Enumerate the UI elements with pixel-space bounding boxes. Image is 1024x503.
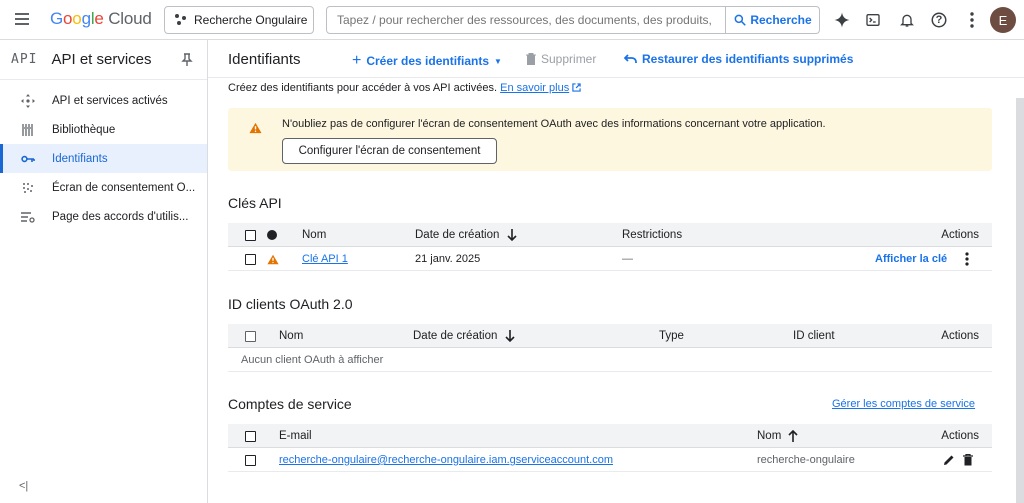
learn-more-link[interactable]: En savoir plus bbox=[500, 82, 569, 94]
sidebar-item-consent-screen[interactable]: Écran de consentement O... bbox=[0, 173, 207, 202]
delete-button[interactable]: Supprimer bbox=[526, 52, 596, 66]
oauth-table-header: Nom Date de création Type ID client Acti… bbox=[228, 324, 992, 348]
top-bar: Google Cloud Recherche Ongulaire Recherc… bbox=[0, 0, 1024, 40]
empty-state-row: Aucun client OAuth à afficher bbox=[228, 348, 992, 372]
external-link-icon bbox=[572, 83, 581, 92]
sidebar: API API et services API et services acti… bbox=[0, 40, 208, 503]
api-hub-icon bbox=[18, 93, 38, 108]
service-account-name: recherche-ongulaire bbox=[757, 454, 855, 466]
select-all-checkbox[interactable] bbox=[245, 223, 256, 247]
edit-pencil-icon[interactable] bbox=[943, 448, 955, 472]
sidebar-item-credentials[interactable]: Identifiants bbox=[0, 144, 207, 173]
project-icon bbox=[175, 14, 187, 26]
column-header-actions: Actions bbox=[941, 229, 979, 241]
sidebar-item-enabled-apis[interactable]: API et services activés bbox=[0, 86, 207, 115]
search-icon bbox=[734, 14, 747, 26]
main-content: Identifiants + Créer des identifiants ▼ … bbox=[208, 40, 1024, 503]
column-header-creation-date[interactable]: Date de création bbox=[413, 324, 515, 348]
row-checkbox[interactable] bbox=[245, 448, 256, 472]
page-title: Identifiants bbox=[228, 51, 301, 68]
api-key-name-link[interactable]: Clé API 1 bbox=[302, 247, 348, 271]
plus-icon: + bbox=[352, 52, 362, 69]
undo-icon bbox=[624, 54, 637, 63]
collapse-sidebar-button[interactable]: <| bbox=[19, 480, 28, 492]
service-accounts-table: E-mail Nom Actions recherche-ongulaire@r… bbox=[228, 424, 992, 472]
project-name: Recherche Ongulaire bbox=[194, 13, 308, 27]
select-all-checkbox[interactable] bbox=[245, 324, 256, 348]
service-account-email-link[interactable]: recherche-ongulaire@recherche-ongulaire.… bbox=[279, 448, 613, 472]
column-header-client-id: ID client bbox=[793, 330, 835, 342]
settings-list-icon bbox=[18, 211, 38, 223]
api-key-creation-date: 21 janv. 2025 bbox=[415, 253, 481, 265]
table-row: recherche-ongulaire@recherche-ongulaire.… bbox=[228, 448, 992, 472]
column-header-name[interactable]: Nom bbox=[279, 324, 303, 348]
table-row: Clé API 1 21 janv. 2025 — Afficher la cl… bbox=[228, 247, 992, 271]
library-icon bbox=[18, 123, 38, 136]
row-checkbox[interactable] bbox=[245, 247, 256, 271]
account-avatar[interactable]: E bbox=[990, 7, 1016, 33]
column-header-actions: Actions bbox=[941, 330, 979, 342]
oauth-clients-table: Nom Date de création Type ID client Acti… bbox=[228, 324, 992, 372]
column-header-restrictions: Restrictions bbox=[622, 229, 683, 241]
gemini-sparkle-icon[interactable] bbox=[832, 10, 852, 30]
api-keys-table: Nom Date de création Restrictions Action… bbox=[228, 223, 992, 271]
select-all-checkbox[interactable] bbox=[245, 424, 256, 448]
main-menu-icon[interactable] bbox=[12, 10, 32, 30]
oauth-section-title: ID clients OAuth 2.0 bbox=[228, 296, 353, 312]
column-header-actions: Actions bbox=[941, 430, 979, 442]
manage-service-accounts-link[interactable]: Gérer les comptes de service bbox=[832, 398, 975, 410]
more-options-icon[interactable] bbox=[962, 10, 982, 30]
column-header-email[interactable]: E-mail bbox=[279, 424, 312, 448]
api-badge: API bbox=[11, 52, 38, 67]
create-credentials-button[interactable]: + Créer des identifiants ▼ bbox=[352, 52, 502, 70]
row-more-options-icon[interactable] bbox=[965, 247, 969, 271]
column-header-name[interactable]: Nom bbox=[757, 424, 798, 448]
page-header: Identifiants + Créer des identifiants ▼ … bbox=[208, 40, 1024, 78]
show-key-button[interactable]: Afficher la clé bbox=[875, 247, 947, 271]
pin-icon[interactable] bbox=[181, 53, 193, 70]
api-key-restrictions: — bbox=[622, 253, 633, 265]
google-cloud-logo[interactable]: Google Cloud bbox=[50, 9, 152, 29]
project-selector-button[interactable]: Recherche Ongulaire bbox=[164, 6, 314, 34]
help-icon[interactable]: ? bbox=[929, 10, 949, 30]
sidebar-title: API et services bbox=[51, 51, 152, 68]
search-button[interactable]: Recherche bbox=[726, 6, 820, 34]
trash-icon bbox=[526, 53, 536, 65]
sidebar-item-agreements[interactable]: Page des accords d'utilis... bbox=[0, 202, 207, 231]
column-header-creation-date[interactable]: Date de création bbox=[415, 223, 517, 247]
column-header-name[interactable]: Nom bbox=[302, 223, 326, 247]
status-column-icon bbox=[267, 223, 277, 247]
restore-deleted-credentials-button[interactable]: Restaurer des identifiants supprimés bbox=[624, 52, 853, 66]
api-keys-table-header: Nom Date de création Restrictions Action… bbox=[228, 223, 992, 247]
sidebar-header: API API et services bbox=[0, 40, 207, 80]
sidebar-item-library[interactable]: Bibliothèque bbox=[0, 115, 207, 144]
warning-icon bbox=[267, 247, 279, 271]
service-accounts-section-title: Comptes de service bbox=[228, 396, 352, 412]
sort-descending-icon bbox=[505, 330, 515, 342]
consent-icon bbox=[18, 182, 38, 194]
sort-descending-icon bbox=[507, 229, 517, 241]
search-input[interactable] bbox=[326, 6, 726, 34]
oauth-consent-warning-banner: N'oubliez pas de configurer l'écran de c… bbox=[228, 108, 992, 171]
notifications-bell-icon[interactable] bbox=[897, 10, 917, 30]
column-header-type: Type bbox=[659, 330, 684, 342]
api-keys-section-title: Clés API bbox=[228, 195, 282, 211]
sort-ascending-icon bbox=[788, 430, 798, 442]
warning-text: N'oubliez pas de configurer l'écran de c… bbox=[282, 118, 826, 130]
intro-text: Créez des identifiants pour accéder à vo… bbox=[228, 82, 581, 94]
configure-consent-screen-button[interactable]: Configurer l'écran de consentement bbox=[282, 138, 497, 164]
dropdown-arrow-icon: ▼ bbox=[494, 56, 502, 66]
delete-trash-icon[interactable] bbox=[963, 448, 973, 472]
warning-icon bbox=[249, 122, 262, 134]
service-accounts-table-header: E-mail Nom Actions bbox=[228, 424, 992, 448]
scrollbar[interactable] bbox=[1016, 98, 1024, 503]
key-icon bbox=[18, 154, 38, 164]
empty-state-text: Aucun client OAuth à afficher bbox=[241, 354, 384, 366]
cloud-shell-icon[interactable] bbox=[863, 10, 883, 30]
